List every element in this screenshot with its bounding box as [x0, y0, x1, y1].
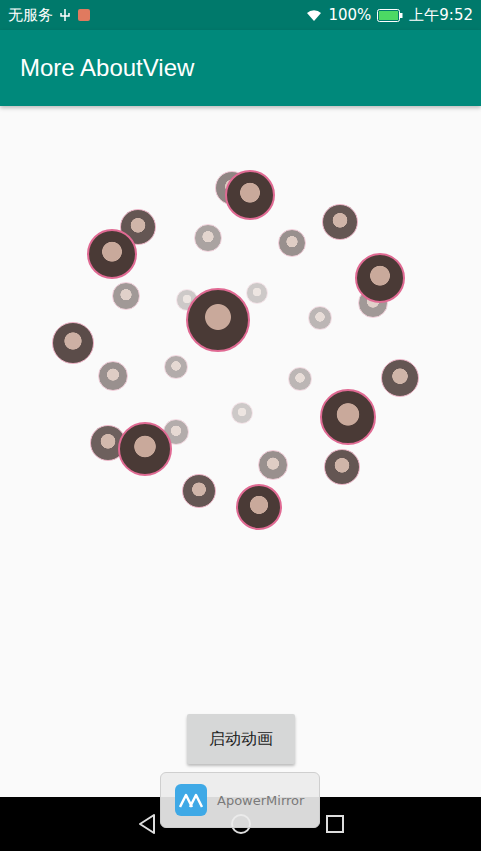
- battery-text: 100%: [328, 6, 371, 24]
- avatar-photo: [324, 449, 360, 485]
- avatar-photo: [355, 253, 405, 303]
- app-title: More AboutView: [20, 54, 194, 82]
- status-bar: 无服务 100% 上午9:52: [0, 0, 481, 30]
- usb-icon: [59, 8, 71, 22]
- back-icon[interactable]: [136, 813, 158, 835]
- carrier-text: 无服务: [8, 6, 53, 25]
- wifi-icon: [306, 8, 322, 22]
- avatar-photo: [246, 282, 268, 304]
- watermark: ApowerMirror: [160, 772, 320, 828]
- start-animation-button[interactable]: 启动动画: [187, 714, 295, 764]
- app-notification-icon: [77, 8, 91, 22]
- avatar-photo: [322, 204, 358, 240]
- avatar-canvas: [0, 106, 481, 714]
- avatar-photo: [308, 306, 332, 330]
- avatar-photo: [278, 229, 306, 257]
- phone-screen: 无服务 100% 上午9:52 More AboutView 启动动画 ApowerMir…: [0, 0, 481, 851]
- time-text: 上午9:52: [409, 6, 473, 25]
- battery-icon: [377, 9, 403, 22]
- watermark-text: ApowerMirror: [217, 793, 304, 808]
- avatar-photo: [98, 361, 128, 391]
- avatar-photo: [52, 322, 94, 364]
- avatar-photo: [225, 170, 275, 220]
- avatar-photo: [87, 229, 137, 279]
- apowermirror-logo-icon: [175, 784, 207, 816]
- avatar-photo: [320, 389, 376, 445]
- recents-icon[interactable]: [325, 814, 345, 834]
- avatar-photo: [288, 367, 312, 391]
- avatar-photo: [118, 422, 172, 476]
- avatar-photo: [381, 359, 419, 397]
- avatar-photo: [182, 474, 216, 508]
- avatar-photo: [164, 355, 188, 379]
- avatar-photo: [236, 484, 282, 530]
- avatar-photo: [194, 224, 222, 252]
- avatar-photo: [231, 402, 253, 424]
- avatar-photo: [258, 450, 288, 480]
- avatar-photo: [186, 288, 250, 352]
- avatar-photo: [112, 282, 140, 310]
- app-bar: More AboutView: [0, 30, 481, 106]
